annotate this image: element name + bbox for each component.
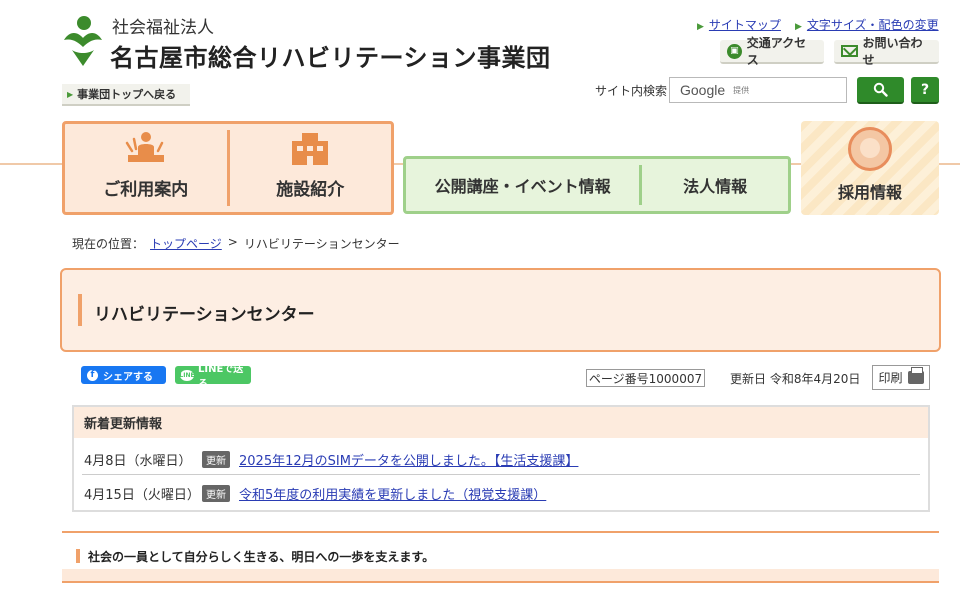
reception-icon bbox=[125, 132, 164, 162]
contact-button[interactable]: お問い合わせ bbox=[834, 36, 939, 67]
triangle-icon: ▶ bbox=[67, 89, 74, 99]
tagline-accent-bar bbox=[76, 549, 80, 563]
news-item: 4月8日（水曜日） 更新 2025年12月のSIMデータを公開しました。【生活支… bbox=[82, 445, 920, 475]
news-item: 4月15日（火曜日） 更新 令和5年度の利用実績を更新しました（視覚支援課） bbox=[82, 478, 920, 508]
sitemap-link[interactable]: ▶ サイトマップ bbox=[697, 16, 781, 33]
text-size-link[interactable]: ▶ 文字サイズ・配色の変更 bbox=[795, 16, 939, 33]
section-band bbox=[62, 569, 939, 583]
nav-primary: ご利用案内 施設紹介 bbox=[62, 121, 394, 215]
breadcrumb-home-link[interactable]: トップページ bbox=[150, 235, 222, 252]
news-link[interactable]: 2025年12月のSIMデータを公開しました。【生活支援課】 bbox=[239, 450, 578, 469]
news-link[interactable]: 令和5年度の利用実績を更新しました（視覚支援課） bbox=[239, 484, 546, 503]
page-title-box: リハビリテーションセンター bbox=[60, 268, 941, 352]
breadcrumb: 現在の位置： トップページ > リハビリテーションセンター bbox=[72, 235, 400, 252]
line-icon: LINE bbox=[179, 369, 195, 381]
search-button[interactable] bbox=[857, 77, 904, 104]
print-button[interactable]: 印刷 bbox=[872, 365, 930, 390]
news-date: 4月8日（水曜日） bbox=[84, 454, 192, 469]
contact-label: お問い合わせ bbox=[862, 36, 923, 67]
triangle-icon: ▶ bbox=[795, 22, 802, 32]
news-heading: 新着更新情報 bbox=[74, 407, 928, 438]
back-to-top-button[interactable]: ▶ 事業団トップへ戻る bbox=[62, 84, 190, 106]
nav-corporate[interactable]: 法人情報 bbox=[642, 159, 788, 211]
breadcrumb-separator: > bbox=[227, 235, 238, 249]
printer-icon bbox=[907, 367, 924, 384]
title-accent-bar bbox=[78, 294, 82, 326]
help-button[interactable]: ? bbox=[911, 77, 939, 104]
nav-usage-label: ご利用案内 bbox=[103, 180, 189, 200]
facebook-icon: f bbox=[87, 369, 98, 381]
news-date: 4月15日（火曜日） bbox=[84, 487, 200, 503]
line-share-label: LINEで送る bbox=[198, 364, 244, 390]
nav-events[interactable]: 公開講座・イベント情報 bbox=[406, 159, 639, 211]
staff-avatar-icon bbox=[848, 127, 892, 171]
nav-recruit-label: 採用情報 bbox=[837, 183, 902, 202]
text-size-label: 文字サイズ・配色の変更 bbox=[806, 18, 939, 32]
facebook-share-label: シェアする bbox=[103, 371, 153, 383]
sitemap-label: サイトマップ bbox=[708, 18, 781, 32]
news-panel: 新着更新情報 4月8日（水曜日） 更新 2025年12月のSIMデータを公開しま… bbox=[72, 405, 930, 512]
google-label: Google bbox=[680, 82, 726, 98]
org-type: 社会福祉法人 bbox=[112, 18, 214, 38]
search-icon bbox=[873, 82, 888, 97]
train-icon: ▣ bbox=[727, 43, 742, 59]
org-name[interactable]: 名古屋市総合リハビリテーション事業団 bbox=[110, 38, 551, 73]
tagline: 社会の一員として自分らしく生きる、明日への一歩を支えます。 bbox=[88, 550, 435, 564]
breadcrumb-label: 現在の位置： bbox=[72, 237, 145, 251]
logo-icon bbox=[64, 16, 102, 66]
search-label: サイト内検索 bbox=[595, 84, 668, 98]
breadcrumb-current: リハビリテーションセンター bbox=[243, 237, 400, 251]
page-title: リハビリテーションセンター bbox=[94, 305, 315, 325]
triangle-icon: ▶ bbox=[697, 22, 704, 32]
updated-date: 更新日 令和8年4月20日 bbox=[730, 372, 861, 386]
news-tag: 更新 bbox=[202, 451, 230, 468]
news-tag: 更新 bbox=[202, 484, 230, 502]
access-button[interactable]: ▣ 交通アクセス bbox=[720, 36, 824, 67]
nav-facilities[interactable]: 施設紹介 bbox=[230, 124, 392, 212]
nav-usage[interactable]: ご利用案内 bbox=[65, 124, 227, 212]
back-to-top-label: 事業団トップへ戻る bbox=[77, 88, 177, 101]
mail-icon bbox=[841, 45, 858, 57]
nav-secondary: 公開講座・イベント情報 法人情報 bbox=[403, 156, 791, 214]
google-provided-label: 提供 bbox=[733, 85, 750, 95]
nav-facilities-label: 施設紹介 bbox=[276, 180, 345, 200]
search-input[interactable]: Google 提供 bbox=[669, 77, 847, 103]
print-label: 印刷 bbox=[878, 371, 903, 385]
facebook-share-button[interactable]: f シェアする bbox=[81, 366, 166, 384]
nav-recruit[interactable]: 採用情報 bbox=[801, 121, 939, 215]
section-divider bbox=[62, 531, 939, 533]
page-number: ページ番号1000007 bbox=[586, 369, 705, 387]
access-label: 交通アクセス bbox=[746, 36, 807, 67]
line-share-button[interactable]: LINE LINEで送る bbox=[175, 364, 251, 390]
building-icon bbox=[292, 133, 329, 165]
